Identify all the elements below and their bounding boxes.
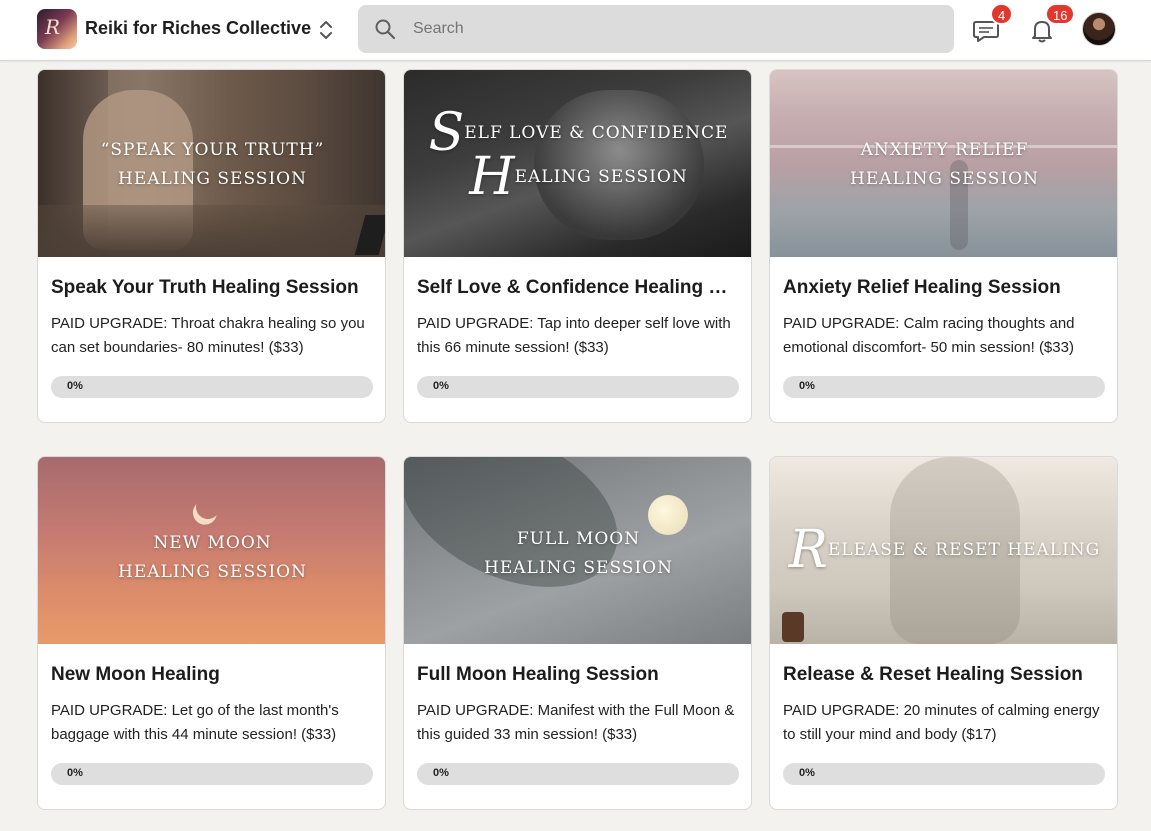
search-input[interactable]: Search — [413, 20, 464, 38]
course-description: PAID UPGRADE: Let go of the last month's… — [51, 702, 339, 743]
course-thumbnail[interactable]: FULL MOON HEALING SESSION — [404, 457, 751, 644]
community-name[interactable]: Reiki for Riches Collective — [85, 18, 311, 39]
chat-count-badge: 4 — [990, 3, 1014, 25]
community-switcher-chevron-up-down-icon[interactable] — [316, 17, 336, 43]
course-card[interactable]: NEW MOON HEALING SESSION New Moon Healin… — [37, 456, 386, 810]
thumb-crescent-moon — [194, 493, 222, 521]
thumb-title-line-1: RELEASE & RESET HEALING — [770, 524, 1117, 576]
course-title[interactable]: Anxiety Relief Healing Session — [783, 277, 1106, 299]
course-thumbnail[interactable]: NEW MOON HEALING SESSION — [38, 457, 385, 644]
course-card[interactable]: ANXIETY RELIEF HEALING SESSION Anxiety R… — [769, 69, 1118, 423]
course-title[interactable]: Full Moon Healing Session — [417, 664, 740, 686]
thumb-title-line-1: FULL MOON — [516, 529, 641, 549]
logo-monogram: R — [45, 15, 61, 39]
search-icon — [374, 18, 396, 40]
thumb-title-line-1: “SPEAK YOUR TRUTH” — [100, 140, 325, 160]
course-card[interactable]: “SPEAK YOUR TRUTH” HEALING SESSION Speak… — [37, 69, 386, 423]
thumb-title-line-2: HEALING SESSION — [850, 169, 1039, 189]
thumb-title-line-1: ANXIETY RELIEF — [860, 140, 1029, 160]
community-logo[interactable]: R — [37, 9, 77, 49]
thumb-title-text: EALING SESSION — [514, 167, 688, 187]
thumb-title-line-2: HEALING SESSION — [118, 562, 307, 582]
course-title[interactable]: New Moon Healing — [51, 664, 374, 686]
progress-bar: 0% — [51, 763, 373, 785]
thumb-script-letter: H — [469, 147, 515, 207]
progress-bar: 0% — [417, 763, 739, 785]
progress-bar: 0% — [783, 376, 1105, 398]
thumb-title-line-2: HEALING SESSION — [484, 558, 673, 578]
progress-bar: 0% — [51, 376, 373, 398]
progress-bar: 0% — [417, 376, 739, 398]
thumb-title-line-1: SELF LOVE & CONFIDENCE — [404, 107, 751, 159]
search-bar[interactable]: Search — [358, 5, 954, 53]
thumb-title-text: ELF LOVE & CONFIDENCE — [464, 123, 729, 143]
top-navigation-bar: R Reiki for Riches Collective Search 4 1… — [0, 0, 1151, 61]
course-description: PAID UPGRADE: Tap into deeper self love … — [417, 315, 731, 356]
course-thumbnail[interactable]: “SPEAK YOUR TRUTH” HEALING SESSION — [38, 70, 385, 257]
thumb-candle — [782, 612, 804, 642]
thumb-script-letter: R — [788, 520, 828, 580]
progress-label: 0% — [799, 380, 815, 392]
course-thumbnail[interactable]: ANXIETY RELIEF HEALING SESSION — [770, 70, 1117, 257]
progress-label: 0% — [799, 767, 815, 779]
course-thumbnail[interactable]: SELF LOVE & CONFIDENCE HEALING SESSION — [404, 70, 751, 257]
progress-bar: 0% — [783, 763, 1105, 785]
thumb-title-line-1: NEW MOON — [153, 533, 272, 553]
course-thumbnail[interactable]: RELEASE & RESET HEALING — [770, 457, 1117, 644]
course-card[interactable]: FULL MOON HEALING SESSION Full Moon Heal… — [403, 456, 752, 810]
progress-label: 0% — [433, 380, 449, 392]
notification-count-badge: 16 — [1045, 3, 1076, 25]
course-card[interactable]: SELF LOVE & CONFIDENCE HEALING SESSION S… — [403, 69, 752, 423]
thumb-script-letter: S — [428, 103, 465, 163]
thumb-title-line-2: HEALING SESSION — [404, 151, 751, 203]
course-title[interactable]: Self Love & Confidence Healing S… — [417, 277, 740, 299]
user-avatar[interactable] — [1082, 12, 1116, 46]
course-description: PAID UPGRADE: Calm racing thoughts and e… — [783, 315, 1075, 356]
progress-label: 0% — [67, 380, 83, 392]
progress-label: 0% — [433, 767, 449, 779]
course-title[interactable]: Release & Reset Healing Session — [783, 664, 1106, 686]
thumb-title-text: ELEASE & RESET HEALING — [827, 540, 1101, 560]
course-description: PAID UPGRADE: 20 minutes of calming ener… — [783, 702, 1100, 743]
progress-label: 0% — [67, 767, 83, 779]
course-description: PAID UPGRADE: Throat chakra healing so y… — [51, 315, 365, 356]
thumb-title-line-2: HEALING SESSION — [118, 169, 307, 189]
course-description: PAID UPGRADE: Manifest with the Full Moo… — [417, 702, 735, 743]
course-card[interactable]: RELEASE & RESET HEALING Release & Reset … — [769, 456, 1118, 810]
course-title[interactable]: Speak Your Truth Healing Session — [51, 277, 374, 299]
thumb-floor — [38, 205, 385, 257]
